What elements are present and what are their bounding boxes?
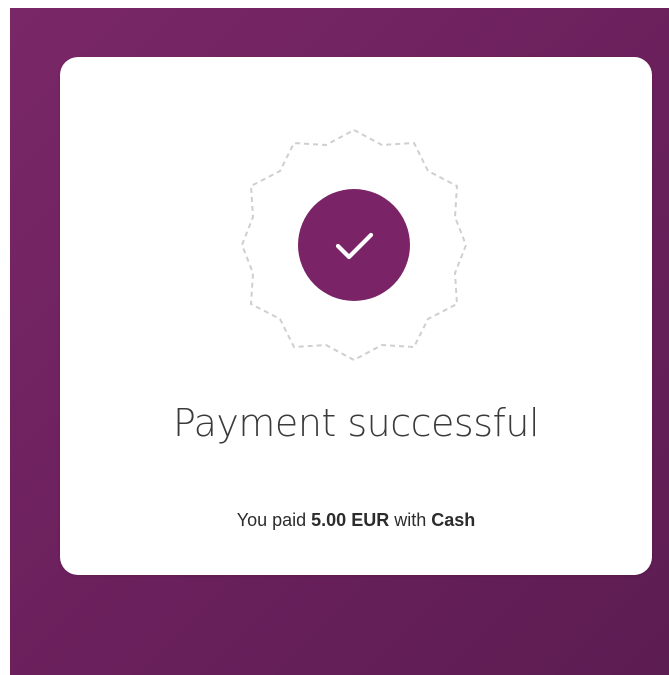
success-badge: [241, 129, 467, 361]
payment-method: Cash: [431, 510, 476, 530]
payment-success-title: Payment successful: [172, 401, 540, 445]
payment-method-connector: with: [394, 510, 427, 530]
payment-success-card: Payment successful You paid 5.00 EUR wit…: [60, 57, 652, 575]
checkmark-icon: [335, 232, 374, 260]
payment-details: You paid 5.00 EUR with Cash: [60, 510, 652, 532]
payment-amount: 5.00 EUR: [311, 510, 390, 530]
payment-prefix: You paid: [236, 510, 307, 530]
payment-success-screen: Payment successful You paid 5.00 EUR wit…: [10, 8, 669, 675]
success-circle: [298, 189, 410, 301]
